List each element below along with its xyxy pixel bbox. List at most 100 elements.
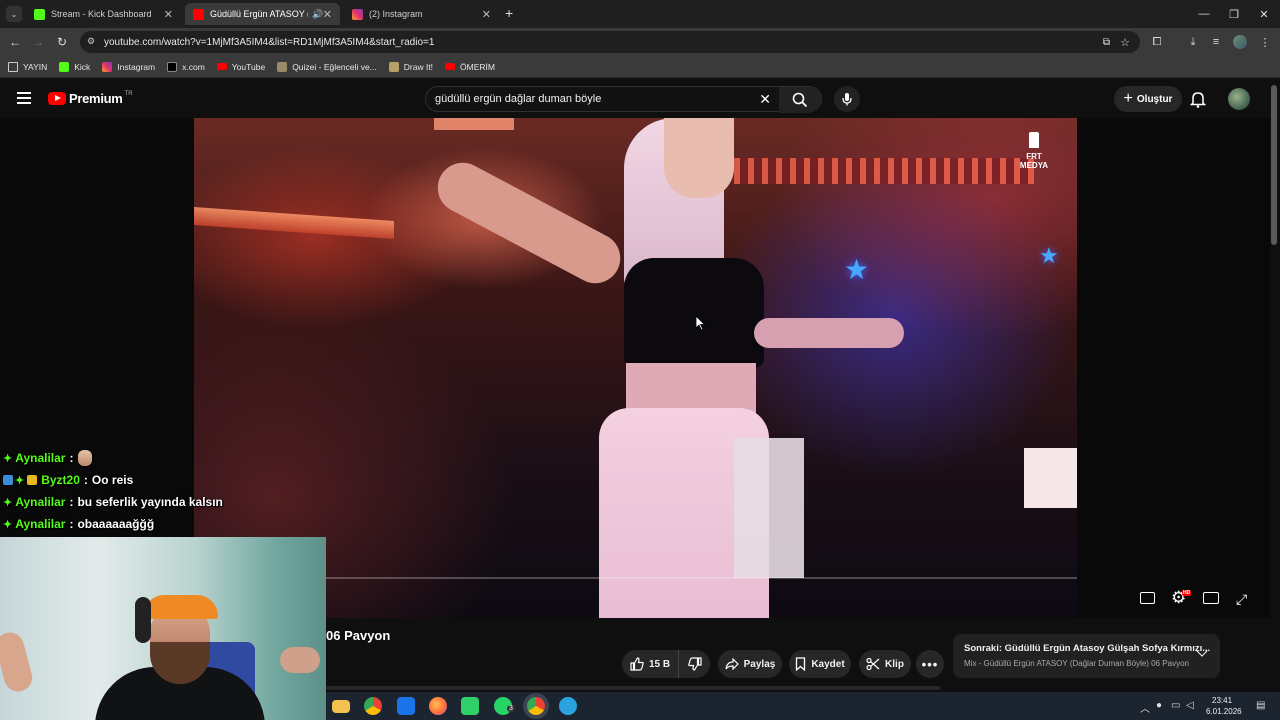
extensions-icon[interactable]: ⧠: [1148, 33, 1166, 51]
firefox-icon[interactable]: [429, 697, 447, 715]
close-icon[interactable]: ✕: [482, 8, 491, 21]
bookmark-quizei[interactable]: Quizei - Eğlenceli ve...: [277, 61, 377, 72]
top-hat-icon: [1029, 132, 1039, 148]
watermark-text: FRT MEDYA: [1019, 152, 1049, 170]
site-info-icon[interactable]: ⚙: [87, 36, 95, 47]
voice-search-button[interactable]: [834, 86, 860, 112]
restore-icon[interactable]: ❐: [1217, 0, 1251, 28]
tray-chevron-icon[interactable]: ︿: [1140, 700, 1150, 715]
tab-search-button[interactable]: ⌄: [6, 6, 22, 22]
subtitles-icon[interactable]: [1140, 592, 1155, 604]
tab-kick-dashboard[interactable]: Stream - Kick Dashboard ✕: [26, 3, 181, 25]
browser-toolbar: ← → ↻ ⚙ youtube.com/watch?v=1MjMf3A5IM4&…: [0, 28, 1280, 56]
scene-dancer-arm: [754, 318, 904, 348]
clock-time[interactable]: 23:41: [1212, 696, 1232, 705]
forward-icon[interactable]: →: [29, 33, 47, 51]
install-app-icon[interactable]: ⧉: [1103, 37, 1110, 48]
bookmark-kick[interactable]: Kick: [59, 61, 90, 72]
close-window-icon[interactable]: ✕: [1247, 0, 1280, 28]
scene-dancer-waist: [626, 363, 756, 413]
chat-colon: :: [69, 495, 74, 509]
telegram-icon[interactable]: [559, 697, 577, 715]
webcam-cap: [143, 595, 218, 619]
share-arrow-icon: [725, 658, 739, 670]
tab-youtube-video[interactable]: Güdüllü Ergün ATASOY (Da 🔊 ✕: [185, 3, 340, 25]
search-button[interactable]: [779, 87, 821, 113]
close-icon[interactable]: ✕: [323, 8, 332, 21]
bookmark-omerim[interactable]: ÖMERİM: [445, 62, 495, 72]
microphone-tray-icon[interactable]: ●: [1156, 700, 1162, 711]
page-scrollbar[interactable]: [1271, 85, 1277, 245]
up-next-card[interactable]: Sonraki: Güdüllü Ergün Atasoy Gülşah Sof…: [953, 634, 1220, 678]
outlook-icon[interactable]: [397, 697, 415, 715]
video-progress-bar[interactable]: [326, 577, 1077, 579]
clip-button[interactable]: Klip: [859, 650, 911, 678]
scene-dancer-top: [624, 258, 764, 368]
search-icon: [792, 92, 808, 108]
network-icon[interactable]: ▭: [1171, 700, 1180, 711]
more-dots-icon: •••: [921, 656, 939, 672]
hamburger-menu-icon[interactable]: [17, 92, 31, 104]
scene-dancer-face: [664, 118, 734, 198]
profile-avatar[interactable]: [1231, 33, 1249, 51]
create-button[interactable]: + Oluştur: [1114, 86, 1182, 112]
mouse-cursor-icon: [696, 316, 706, 331]
reading-list-icon[interactable]: ≡: [1207, 33, 1225, 51]
close-icon[interactable]: ✕: [164, 8, 173, 21]
chat-username: Aynalilar: [15, 495, 66, 509]
notifications-button[interactable]: [1189, 90, 1207, 113]
chat-colon: :: [69, 451, 74, 465]
scene-ceiling-light: [194, 207, 394, 239]
kick-icon: [34, 8, 45, 20]
back-icon[interactable]: ←: [6, 33, 24, 51]
menu-icon[interactable]: ⋮: [1256, 33, 1274, 51]
file-explorer-icon[interactable]: [332, 700, 350, 713]
speaker-icon[interactable]: 🔊: [312, 9, 323, 20]
bookmark-star-icon[interactable]: ☆: [1120, 36, 1130, 49]
chrome-active-icon[interactable]: [527, 697, 545, 715]
youtube-premium-logo[interactable]: Premium TR: [48, 91, 133, 106]
chrome-icon[interactable]: [364, 697, 382, 715]
video-title: 06 Pavyon: [326, 628, 391, 643]
thumbs-down-icon: [687, 657, 702, 671]
volume-icon[interactable]: ◁: [1186, 700, 1194, 711]
multi-badge-icon: [3, 475, 13, 485]
search-input[interactable]: güdüllü ergün dağlar duman böyle ✕: [425, 86, 822, 113]
scene-neon-stars: ★: [844, 254, 870, 285]
miniplayer-icon[interactable]: [1203, 592, 1219, 604]
download-icon[interactable]: ⤓: [1184, 33, 1202, 51]
obs-icon[interactable]: [461, 697, 479, 715]
bookmark-yayin[interactable]: YAYIN: [8, 61, 47, 72]
clock-date[interactable]: 6.01.2026: [1206, 707, 1242, 716]
search-query: güdüllü ergün dağlar duman böyle: [435, 93, 602, 105]
up-next-subtitle: Mix - Güdüllü Ergün ATASOY (Dağlar Duman…: [964, 659, 1189, 668]
bookmark-x[interactable]: x.com: [167, 61, 205, 72]
clear-search-icon[interactable]: ✕: [759, 91, 771, 108]
share-button[interactable]: Paylaş: [718, 650, 782, 678]
reload-icon[interactable]: ↻: [53, 33, 71, 51]
dislike-button[interactable]: [678, 650, 710, 678]
webcam-headset: [135, 597, 151, 643]
notification-center-icon[interactable]: ▤: [1256, 700, 1265, 711]
fullscreen-icon[interactable]: ⤢: [1236, 591, 1247, 608]
address-bar[interactable]: ⚙ youtube.com/watch?v=1MjMf3A5IM4&list=R…: [80, 31, 1140, 53]
bookmark-instagram[interactable]: Instagram: [102, 61, 155, 72]
video-player[interactable]: ★ ★ FRT MEDYA: [194, 118, 1077, 618]
save-button[interactable]: Kaydet: [789, 650, 851, 678]
minimize-icon[interactable]: —: [1187, 0, 1221, 28]
more-actions-button[interactable]: •••: [916, 650, 944, 678]
chat-text: Oo reis: [91, 473, 134, 487]
chat-message: ✦ Aynalilar : obaaaaaağğğ: [3, 514, 154, 534]
like-button[interactable]: 15 B: [622, 650, 678, 678]
bookmark-youtube[interactable]: YouTube: [216, 62, 265, 72]
instagram-icon: [352, 8, 363, 20]
gem-badge-icon: ✦: [15, 474, 25, 487]
channel-watermark[interactable]: FRT MEDYA: [1019, 132, 1049, 170]
new-tab-button[interactable]: +: [505, 5, 513, 21]
url-text: youtube.com/watch?v=1MjMf3A5IM4&list=RD1…: [104, 36, 435, 48]
draw-icon: [388, 61, 399, 72]
scene-dancer-arm: [428, 153, 630, 293]
user-avatar[interactable]: [1228, 88, 1250, 110]
tab-instagram[interactable]: (2) Instagram ✕: [344, 3, 499, 25]
bookmark-drawit[interactable]: Draw It!: [388, 61, 433, 72]
